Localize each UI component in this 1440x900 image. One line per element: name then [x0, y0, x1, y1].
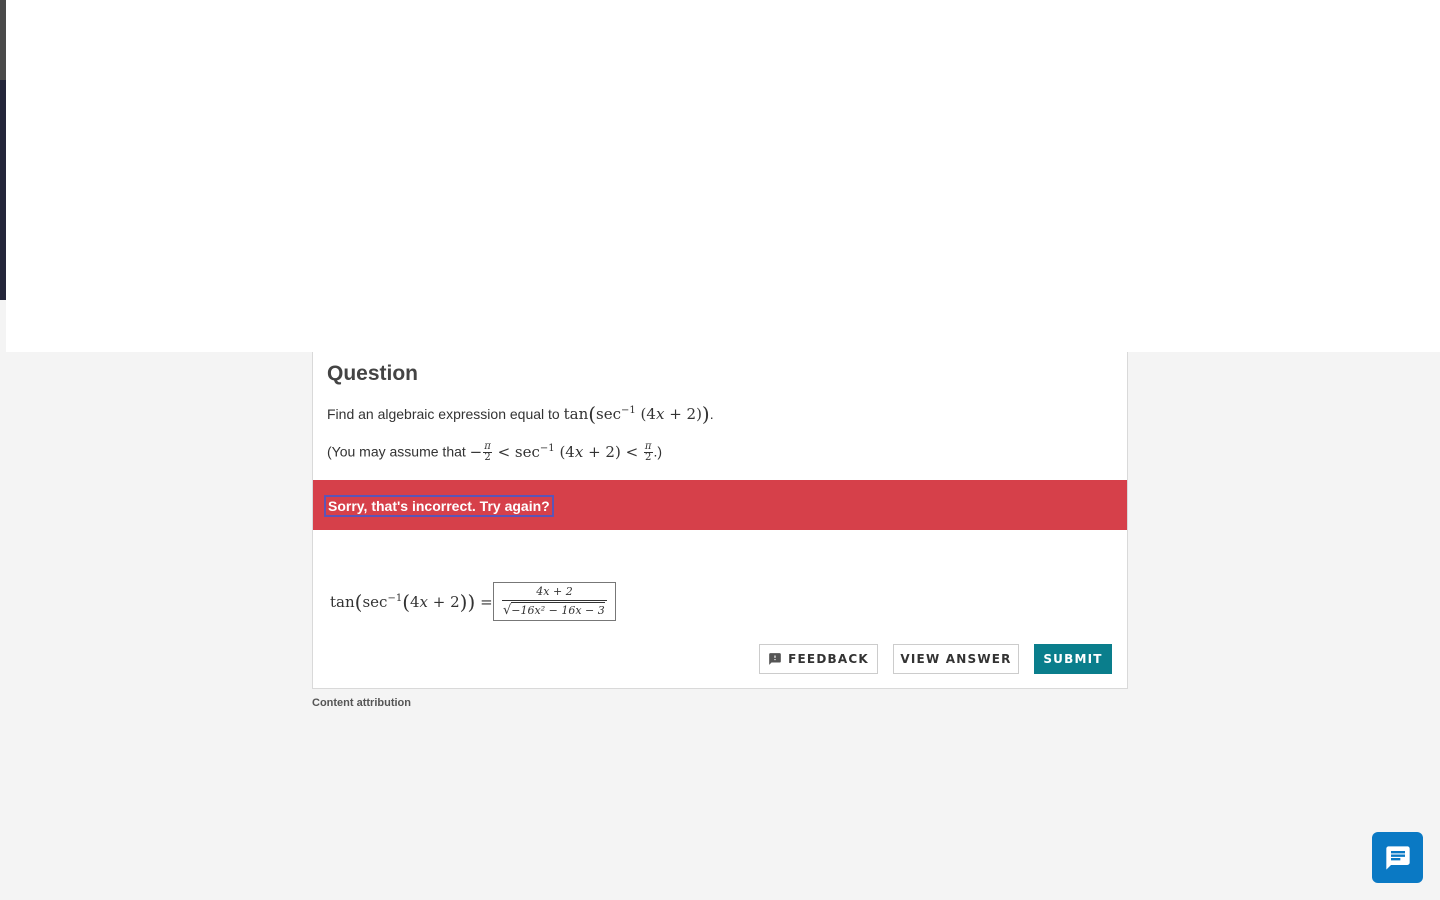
submit-label: SUBMIT [1043, 652, 1103, 666]
prompt-end: . [709, 406, 714, 422]
question-card: Question Find an algebraic expression eq… [312, 352, 1128, 689]
chat-icon [1385, 845, 1410, 870]
assume-math: − π 2 < sec−1 (4x + 2) < π2 [469, 441, 653, 463]
answer-denominator: √−16x² − 16x − 3 [503, 602, 605, 618]
answer-input[interactable]: 4x + 2 √−16x² − 16x − 3 [493, 582, 616, 621]
chat-button[interactable] [1372, 832, 1423, 883]
view-answer-button[interactable]: VIEW ANSWER [893, 644, 1019, 674]
assume-text: (You may assume that [327, 443, 470, 460]
question-heading: Question [327, 362, 419, 385]
prompt-math: tan(sec−1 (4x + 2)) [563, 402, 710, 426]
question-assumption: (You may assume that − π 2 < sec−1 (4x + 2… [327, 442, 662, 463]
incorrect-message[interactable]: Sorry, that's incorrect. Try again? [324, 495, 554, 517]
feedback-icon [769, 653, 781, 665]
top-blank-area [6, 0, 1440, 352]
question-prompt: Find an algebraic expression equal to ta… [327, 402, 714, 426]
incorrect-alert: Sorry, that's incorrect. Try again? [313, 480, 1127, 530]
view-answer-label: VIEW ANSWER [900, 652, 1012, 666]
answer-lhs: tan(sec−1(4x + 2)) = [330, 590, 493, 614]
fraction-bar [502, 600, 607, 601]
assume-end: .) [653, 443, 663, 460]
prompt-text: Find an algebraic expression equal to [327, 406, 564, 422]
content-attribution-link[interactable]: Content attribution [312, 697, 411, 709]
feedback-label: FEEDBACK [788, 652, 869, 666]
feedback-button[interactable]: FEEDBACK [759, 644, 878, 674]
answer-numerator: 4x + 2 [536, 585, 573, 598]
submit-button[interactable]: SUBMIT [1034, 644, 1112, 674]
